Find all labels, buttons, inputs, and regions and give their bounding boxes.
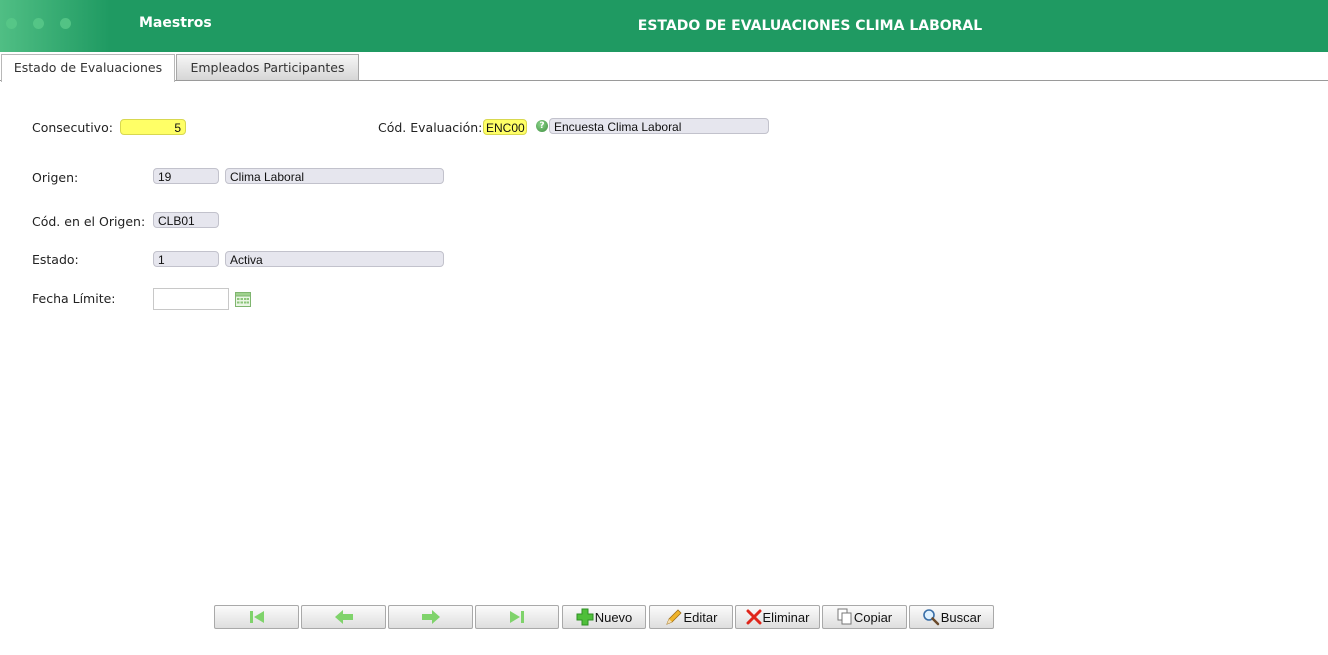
first-record-button[interactable] (214, 605, 299, 629)
buscar-button[interactable]: Buscar (909, 605, 994, 629)
window-dot-icon (60, 18, 71, 29)
consecutivo-field[interactable]: 5 (120, 119, 186, 135)
previous-record-button[interactable] (301, 605, 386, 629)
window-dot-icon (33, 18, 44, 29)
cod-evaluacion-label: Cód. Evaluación: (378, 120, 483, 135)
eliminar-button[interactable]: Eliminar (735, 605, 820, 629)
module-title[interactable]: Maestros (139, 15, 212, 31)
fecha-limite-label: Fecha Límite: (32, 291, 116, 306)
copy-icon (837, 608, 852, 625)
plus-icon (576, 608, 594, 626)
cod-origen-field[interactable]: CLB01 (153, 212, 219, 228)
estado-label: Estado: (32, 252, 79, 267)
origen-description-field: Clima Laboral (225, 168, 444, 184)
cod-origen-label: Cód. en el Origen: (32, 214, 146, 229)
tab-bar: Estado de Evaluaciones Empleados Partici… (0, 52, 1328, 82)
help-icon[interactable]: ? (536, 120, 548, 132)
estado-description-field: Activa (225, 251, 444, 267)
consecutivo-label: Consecutivo: (32, 120, 113, 135)
fecha-limite-input[interactable] (153, 288, 229, 310)
previous-record-icon (334, 610, 353, 624)
cod-evaluacion-field[interactable]: ENC00 (483, 119, 527, 135)
editar-label: Editar (683, 609, 718, 625)
magnifier-icon (922, 609, 940, 626)
app-header: Maestros ESTADO DE EVALUACIONES CLIMA LA… (0, 0, 1328, 52)
last-record-icon (510, 611, 524, 623)
window-dot-icon (6, 18, 17, 29)
tab-empleados-participantes[interactable]: Empleados Participantes (176, 54, 359, 80)
origen-label: Origen: (32, 170, 79, 185)
eliminar-label: Eliminar (762, 609, 810, 625)
page-title: ESTADO DE EVALUACIONES CLIMA LABORAL (637, 18, 983, 34)
nuevo-label: Nuevo (594, 609, 633, 625)
pencil-icon (665, 609, 682, 625)
origen-code-field[interactable]: 19 (153, 168, 219, 184)
buscar-label: Buscar (940, 609, 982, 625)
editar-button[interactable]: Editar (649, 605, 733, 629)
nuevo-button[interactable]: Nuevo (562, 605, 646, 629)
calendar-icon[interactable] (235, 292, 251, 307)
evaluacion-description-field: Encuesta Clima Laboral (549, 118, 769, 134)
copiar-button[interactable]: Copiar (822, 605, 907, 629)
header-glow (0, 0, 110, 52)
first-record-icon (249, 611, 264, 623)
tab-estado-evaluaciones[interactable]: Estado de Evaluaciones (1, 54, 175, 82)
next-record-button[interactable] (388, 605, 473, 629)
estado-code-field[interactable]: 1 (153, 251, 219, 267)
last-record-button[interactable] (475, 605, 559, 629)
next-record-icon (421, 610, 440, 624)
x-icon (746, 609, 762, 625)
copiar-label: Copiar (853, 609, 893, 625)
